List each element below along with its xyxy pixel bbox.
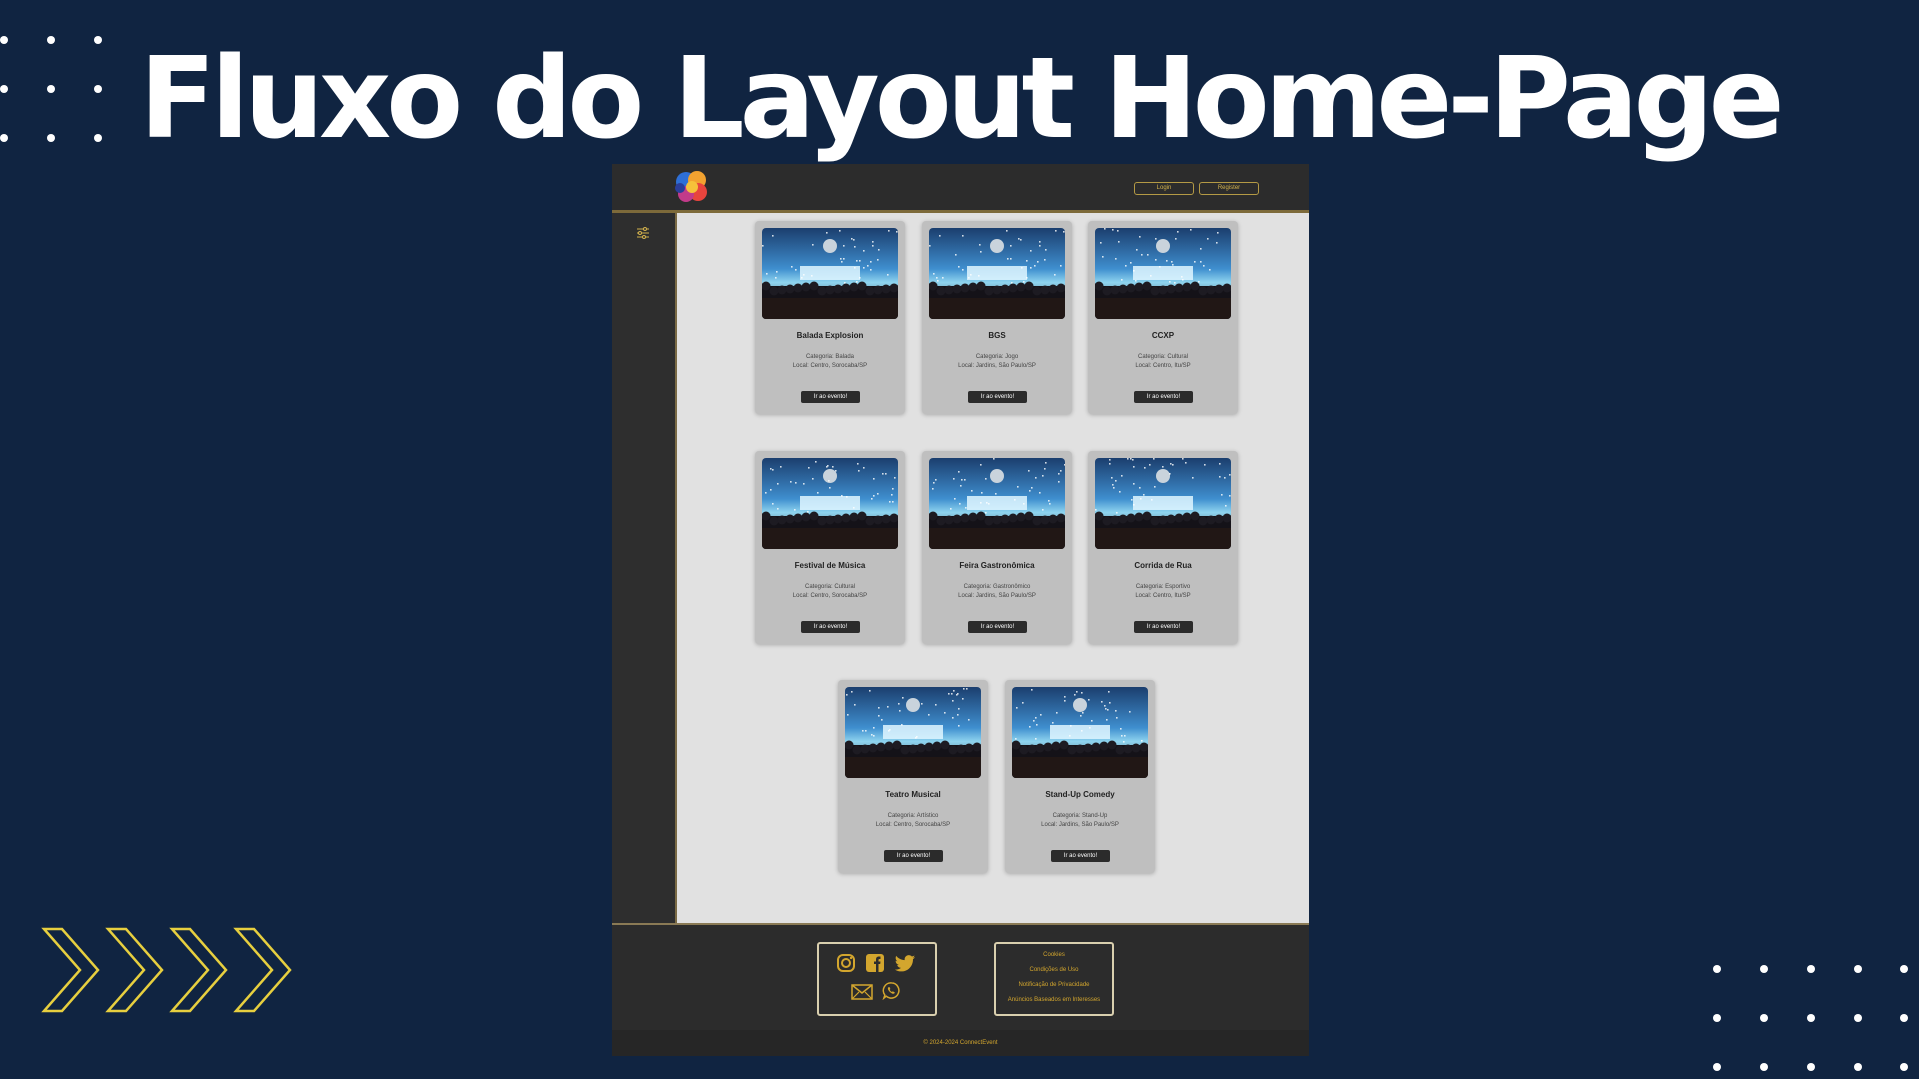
concert-photo-icon: [1095, 228, 1231, 319]
concert-photo-icon: [762, 458, 898, 549]
concert-photo-icon: [845, 687, 981, 778]
twitter-icon[interactable]: [894, 954, 916, 974]
event-category: Categoria: Jogo: [975, 354, 1019, 360]
event-card: Stand-Up Comedy Categoria: Stand-Up Local:…: [1005, 680, 1155, 873]
slide-title: Fluxo do Layout Home-Page: [139, 34, 1784, 164]
event-title: Festival de Música: [794, 561, 866, 570]
event-photo: [1095, 228, 1231, 319]
footer-link-privacy[interactable]: Notificação de Privacidade: [996, 982, 1112, 988]
go-to-event-button[interactable]: Ir ao evento!: [801, 621, 860, 633]
event-title: Balada Explosion: [796, 331, 864, 340]
copyright-bar: © 2024-2024 ConnectEvent: [612, 1030, 1309, 1056]
mail-icon[interactable]: [851, 984, 873, 1000]
event-cards-grid: Balada Explosion Categoria: Balada Local: …: [675, 213, 1309, 923]
event-photo: [1012, 687, 1148, 778]
logo-icon: [675, 171, 707, 202]
site-footer: Cookies Condições de Uso Notificação de …: [612, 923, 1309, 1056]
go-to-event-button[interactable]: Ir ao evento!: [1051, 850, 1110, 862]
event-card: Teatro Musical Categoria: Artístico Local:…: [838, 680, 988, 873]
event-title: BGS: [988, 331, 1006, 340]
event-location: Local: Centro, Sorocaba/SP: [792, 363, 868, 369]
event-category: Categoria: Stand-Up: [1052, 813, 1108, 819]
concert-photo-icon: [1095, 458, 1231, 549]
register-button[interactable]: Register: [1199, 182, 1259, 195]
go-to-event-button[interactable]: Ir ao evento!: [968, 391, 1027, 403]
legal-links-box: Cookies Condições de Uso Notificação de …: [994, 942, 1114, 1016]
go-to-event-button[interactable]: Ir ao evento!: [801, 391, 860, 403]
go-to-event-button[interactable]: Ir ao evento!: [968, 621, 1027, 633]
event-title: Corrida de Rua: [1134, 561, 1192, 570]
social-links-box: [817, 942, 937, 1016]
event-card: BGS Categoria: Jogo Local: Jardins, São Pa…: [922, 221, 1072, 414]
sidebar: [612, 213, 677, 923]
event-location: Local: Jardins, São Paulo/SP: [1041, 822, 1119, 828]
concert-photo-icon: [762, 228, 898, 319]
event-category: Categoria: Balada: [805, 354, 855, 360]
event-photo: [762, 458, 898, 549]
event-category: Categoria: Gastronômico: [963, 584, 1031, 590]
copyright-text: © 2024-2024 ConnectEvent: [923, 1040, 998, 1046]
event-category: Categoria: Esportivo: [1135, 584, 1191, 590]
event-location: Local: Centro, Sorocaba/SP: [792, 593, 868, 599]
concert-photo-icon: [929, 228, 1065, 319]
event-card: Festival de Música Categoria: Cultural Loc…: [755, 451, 905, 644]
event-location: Local: Jardins, São Paulo/SP: [958, 593, 1036, 599]
chevrons-decoration-icon: [41, 927, 292, 1013]
event-photo: [929, 228, 1065, 319]
event-card: Corrida de Rua Categoria: Esportivo Local:…: [1088, 451, 1238, 644]
footer-link-terms[interactable]: Condições de Uso: [996, 967, 1112, 973]
event-location: Local: Centro, Itu/SP: [1135, 593, 1191, 599]
website-mockup: Login Register Balada Explosion Categoria…: [612, 164, 1309, 1056]
event-card: Feira Gastronômica Categoria: Gastronômic…: [922, 451, 1072, 644]
concert-photo-icon: [1012, 687, 1148, 778]
event-photo: [929, 458, 1065, 549]
event-photo: [1095, 458, 1231, 549]
event-photo: [762, 228, 898, 319]
concert-photo-icon: [929, 458, 1065, 549]
event-location: Local: Centro, Sorocaba/SP: [875, 822, 951, 828]
event-category: Categoria: Artístico: [887, 813, 939, 819]
facebook-icon[interactable]: [865, 953, 885, 973]
event-category: Categoria: Cultural: [1137, 354, 1189, 360]
footer-link-cookies[interactable]: Cookies: [996, 952, 1112, 958]
event-card: Balada Explosion Categoria: Balada Local: …: [755, 221, 905, 414]
event-photo: [845, 687, 981, 778]
go-to-event-button[interactable]: Ir ao evento!: [884, 850, 943, 862]
event-title: Stand-Up Comedy: [1045, 790, 1115, 799]
event-location: Local: Jardins, São Paulo/SP: [958, 363, 1036, 369]
event-title: Feira Gastronômica: [959, 561, 1035, 570]
event-title: Teatro Musical: [885, 790, 941, 799]
event-title: CCXP: [1151, 331, 1175, 340]
instagram-icon[interactable]: [836, 953, 856, 973]
event-location: Local: Centro, Itu/SP: [1135, 363, 1191, 369]
go-to-event-button[interactable]: Ir ao evento!: [1134, 621, 1193, 633]
event-card: CCXP Categoria: Cultural Local: Centro, It…: [1088, 221, 1238, 414]
footer-link-interest-ads[interactable]: Anúncios Baseados em Interesses: [996, 997, 1112, 1003]
go-to-event-button[interactable]: Ir ao evento!: [1134, 391, 1193, 403]
filter-sliders-icon[interactable]: [636, 227, 650, 239]
whatsapp-icon[interactable]: [882, 981, 901, 1000]
event-category: Categoria: Cultural: [804, 584, 856, 590]
site-header: Login Register: [612, 164, 1309, 213]
login-button[interactable]: Login: [1134, 182, 1194, 195]
